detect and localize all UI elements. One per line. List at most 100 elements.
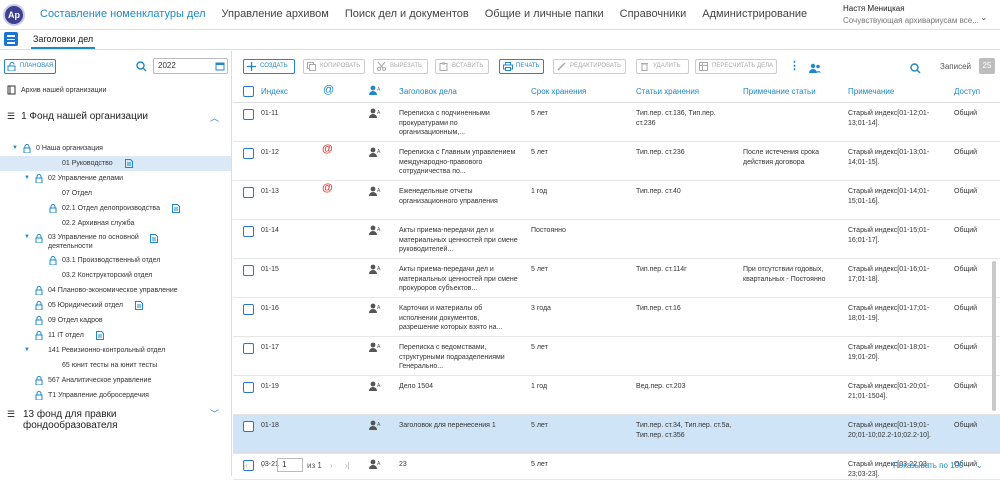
tree-item[interactable]: 04 Планово-экономическое управление bbox=[0, 283, 231, 298]
tree-item[interactable]: 567 Аналитическое управление bbox=[0, 373, 231, 388]
tree-item[interactable]: 02.2 Архивная служба bbox=[0, 216, 231, 231]
document-icon[interactable] bbox=[150, 234, 158, 246]
last-page-icon[interactable]: ›| bbox=[345, 461, 350, 470]
page-size-select[interactable]: Показывать по 100 bbox=[893, 461, 964, 470]
nav-item[interactable]: Администрирование bbox=[702, 8, 807, 20]
nav-item[interactable]: Общие и личные папки bbox=[485, 8, 604, 20]
nav-item[interactable]: Составление номенклатуры дел bbox=[40, 8, 206, 20]
row-checkbox[interactable] bbox=[243, 421, 254, 432]
tree-item[interactable]: 07 Отдел bbox=[0, 186, 231, 201]
row-checkbox[interactable] bbox=[243, 148, 254, 159]
more-vert-icon[interactable]: ⋮ bbox=[789, 59, 800, 72]
select-all-checkbox[interactable] bbox=[243, 86, 254, 97]
row-checkbox[interactable] bbox=[243, 265, 254, 276]
table-row[interactable]: 01-13 @ A Еженедельные отчеты организационн… bbox=[233, 181, 1000, 220]
row-checkbox[interactable] bbox=[243, 343, 254, 354]
plan-button[interactable]: ПЛАНОВАЯ bbox=[4, 59, 56, 74]
tree-item[interactable]: ▼ 141 Ревизионно-контрольный отдел bbox=[0, 343, 231, 358]
nav-item[interactable]: Справочники bbox=[620, 8, 687, 20]
chevron-up-icon[interactable]: ︿ bbox=[210, 111, 219, 124]
chevron-down-icon[interactable]: ﹀ bbox=[210, 409, 219, 420]
fond-label: 1 Фонд нашей организации bbox=[21, 111, 149, 122]
table-row[interactable]: 01-15 A Акты приема-передачи дел и материа… bbox=[233, 259, 1000, 298]
copy-button[interactable]: КОПИРОВАТЬ bbox=[303, 59, 365, 74]
tab-titles[interactable]: Заголовки дел bbox=[30, 34, 96, 49]
row-checkbox[interactable] bbox=[243, 226, 254, 237]
tree-item[interactable]: 03.1 Производственный отдел bbox=[0, 253, 231, 268]
col-title[interactable]: Заголовок дела bbox=[399, 87, 457, 96]
paste-button[interactable]: ВСТАВИТЬ bbox=[435, 59, 489, 74]
tree-item[interactable]: ▼ 02 Управление делами bbox=[0, 171, 231, 186]
table-row[interactable]: 01-14 A Акты приема-передачи дел и материа… bbox=[233, 220, 1000, 259]
cell-title: Еженедельные отчеты организационного упр… bbox=[399, 188, 498, 205]
tree-item-label: 02 Управление делами bbox=[48, 175, 124, 182]
table-row[interactable]: 01-12 @ A Переписка с Главным управлением м… bbox=[233, 142, 1000, 181]
tree-item[interactable]: 09 Отдел кадров bbox=[0, 313, 231, 328]
lock-open-icon bbox=[7, 62, 16, 71]
prev-page-icon[interactable]: ‹ bbox=[261, 461, 264, 470]
col-term[interactable]: Срок хранения bbox=[531, 87, 586, 96]
menu-icon[interactable] bbox=[4, 32, 18, 46]
row-checkbox[interactable] bbox=[243, 304, 254, 315]
tree-item[interactable]: ▼ 0 Наша организация bbox=[0, 141, 231, 156]
table-row[interactable]: 01-11 A Переписка с подчиненными прокурату… bbox=[233, 103, 1000, 142]
table-row[interactable]: 01-19 A Дело 1504 1 год Вед.пер. ст.203 Стары… bbox=[233, 376, 1000, 415]
caret-down-icon[interactable]: ▼ bbox=[12, 141, 18, 156]
col-at[interactable]: @ bbox=[323, 84, 334, 96]
caret-down-icon[interactable]: ▼ bbox=[24, 343, 30, 358]
year-field[interactable]: 2022 bbox=[153, 58, 228, 74]
table-row[interactable]: 01-18 A Заголовок для перенесения 1 5 лет Ти… bbox=[233, 415, 1000, 454]
tree-item[interactable]: T1 Управление добросердечия bbox=[0, 388, 231, 403]
print-button[interactable]: ПЕЧАТЬ bbox=[499, 59, 544, 74]
calendar-icon[interactable] bbox=[215, 61, 225, 71]
delete-button[interactable]: УДАЛИТЬ bbox=[636, 59, 689, 74]
row-checkbox[interactable] bbox=[243, 187, 254, 198]
tree-item[interactable]: 01 Руководство bbox=[0, 156, 231, 171]
tree-item[interactable]: 02.1 Отдел делопроизводства bbox=[0, 201, 231, 216]
archive-item[interactable]: Архив нашей организации bbox=[7, 85, 106, 95]
secondary-bar: Заголовки дел bbox=[0, 30, 1000, 50]
search-icon[interactable] bbox=[910, 61, 921, 79]
tree-item[interactable]: 65 юнит тесты на юнит тесты bbox=[0, 358, 231, 373]
fond-item-1[interactable]: ☰ 1 Фонд нашей организации ︿ bbox=[7, 111, 229, 124]
cell-access: Общий bbox=[954, 344, 978, 351]
table-row[interactable]: 01-17 A Переписка с ведомствами, структурн… bbox=[233, 337, 1000, 376]
cell-title: Дело 1504 bbox=[399, 383, 433, 390]
fond-item-2[interactable]: ☰ 13 фонд для правки фондообразователя ﹀ bbox=[7, 409, 229, 431]
page-input[interactable]: 1 bbox=[277, 458, 303, 472]
caret-down-icon[interactable]: ▼ bbox=[24, 171, 30, 186]
cut-button[interactable]: ВЫРЕЗАТЬ bbox=[373, 59, 428, 74]
nav-item[interactable]: Поиск дел и документов bbox=[345, 8, 469, 20]
col-access[interactable]: Доступ bbox=[954, 87, 980, 96]
col-index[interactable]: Индекс bbox=[261, 87, 288, 96]
tree-item[interactable]: 05 Юридический отдел bbox=[0, 298, 231, 313]
first-page-icon[interactable]: |‹ bbox=[243, 461, 248, 470]
app-logo[interactable]: Ap bbox=[3, 4, 25, 26]
scrollbar[interactable] bbox=[992, 261, 996, 411]
col-articles[interactable]: Статьи хранения bbox=[636, 87, 699, 96]
chevron-down-icon[interactable]: ⌄ bbox=[980, 12, 988, 23]
col-note[interactable]: Примечание bbox=[848, 87, 894, 96]
tree-item[interactable]: ▼ 03 Управление по основной деятельности bbox=[0, 231, 231, 253]
cell-index: 01-17 bbox=[261, 344, 279, 351]
row-checkbox[interactable] bbox=[243, 382, 254, 393]
chevron-down-icon[interactable]: ⌄ bbox=[976, 461, 983, 470]
cell-access: Общий bbox=[954, 149, 978, 156]
next-page-icon[interactable]: › bbox=[330, 461, 333, 470]
row-checkbox[interactable] bbox=[243, 109, 254, 120]
user-info[interactable]: Настя Меницкая Сочувствующая архивариуса… bbox=[843, 3, 979, 27]
cell-note: Старый индекс[01-17;01-18;01-19]. bbox=[848, 305, 930, 322]
edit-button[interactable]: РЕДАКТИРОВАТЬ bbox=[553, 59, 626, 74]
users-icon[interactable] bbox=[809, 60, 821, 78]
tree-item[interactable]: 03.2 Конструкторский отдел bbox=[0, 268, 231, 283]
copy-label: КОПИРОВАТЬ bbox=[320, 63, 361, 69]
nav-item[interactable]: Управление архивом bbox=[222, 8, 329, 20]
search-icon[interactable] bbox=[136, 59, 147, 77]
create-button[interactable]: СОЗДАТЬ bbox=[243, 59, 295, 74]
recalc-button[interactable]: ПЕРЕСЧИТАТЬ ДЕЛА bbox=[695, 59, 777, 74]
person-icon[interactable]: A bbox=[369, 85, 381, 97]
caret-down-icon[interactable]: ▼ bbox=[24, 233, 30, 242]
tree-item[interactable]: 11 IT отдел bbox=[0, 328, 231, 343]
col-art-note[interactable]: Примечание статьи bbox=[743, 87, 816, 96]
table-row[interactable]: 01-16 A Карточки и материалы об исполнении… bbox=[233, 298, 1000, 337]
